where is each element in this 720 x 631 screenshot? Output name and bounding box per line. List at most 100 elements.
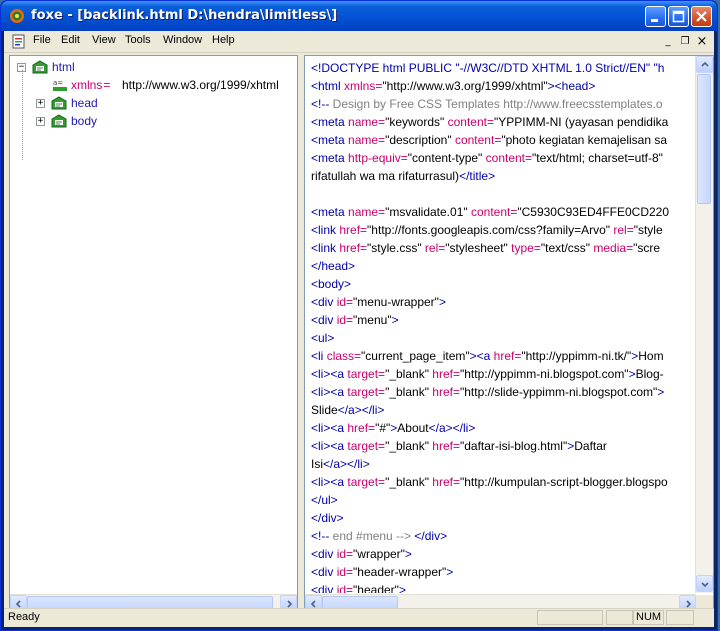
source-line[interactable]: <li><a href="#">About</a></li> xyxy=(311,421,475,439)
source-line[interactable]: <meta name="msvalidate.01" content="C593… xyxy=(311,205,669,223)
menu-edit[interactable]: Edit xyxy=(61,34,80,46)
source-line[interactable]: <html xmlns="http://www.w3.org/1999/xhtm… xyxy=(311,79,595,97)
source-token: "keywords" xyxy=(385,115,448,129)
source-token: <div xyxy=(311,583,337,593)
menu-help[interactable]: Help xyxy=(212,34,235,46)
source-token: <body> xyxy=(311,277,352,291)
source-vertical-scrollbar[interactable] xyxy=(695,56,713,593)
source-token: "C5930C93ED4FFE0CD220 xyxy=(517,205,670,219)
tree-expander[interactable]: + xyxy=(36,99,45,108)
source-token: id= xyxy=(336,583,354,593)
source-token: > xyxy=(391,313,399,327)
menu-tools[interactable]: Tools xyxy=(125,34,151,46)
source-line[interactable]: <li class="current_page_item"><a href="h… xyxy=(311,349,664,367)
source-line[interactable]: </ul> xyxy=(311,493,338,511)
mdi-close-button[interactable]: × xyxy=(695,35,709,48)
source-line[interactable]: <li><a target="_blank" href="http://slid… xyxy=(311,385,664,403)
mdi-restore-button[interactable]: ❐ xyxy=(678,35,692,48)
arrow-left-icon xyxy=(15,600,21,608)
source-token: <meta xyxy=(311,151,349,165)
source-line[interactable]: <!-- end #menu --> </div> xyxy=(311,529,447,547)
source-token: </a></li> xyxy=(323,457,370,471)
source-token: "_blank" xyxy=(385,475,433,489)
source-line[interactable]: <div id="wrapper"> xyxy=(311,547,412,565)
source-line[interactable]: <body> xyxy=(311,277,351,295)
source-token: "YPPIMM-NI (yayasan pendidika xyxy=(493,115,669,129)
menu-file[interactable]: File xyxy=(33,34,51,46)
source-token: <li><a xyxy=(311,367,348,381)
source-token: Hom xyxy=(638,349,664,363)
source-token: <!-- xyxy=(311,97,333,111)
menu-window[interactable]: Window xyxy=(163,34,202,46)
source-token: "http://yppimm-ni.blogspot.com" xyxy=(459,367,629,381)
tree-node-html[interactable]: − html xyxy=(14,59,284,77)
source-line[interactable]: rifatullah wa ma rifaturrasul)</title> xyxy=(311,169,495,187)
source-token: "scre xyxy=(633,241,661,255)
source-token: "http://kumpulan-script-blogger.blogspo xyxy=(459,475,668,489)
source-token: > xyxy=(404,547,412,561)
minimize-button[interactable] xyxy=(645,6,666,27)
source-token: "header" xyxy=(353,583,399,593)
source-token: "#" xyxy=(375,421,391,435)
source-token: </title> xyxy=(459,169,496,183)
foxe-app-icon[interactable] xyxy=(9,8,25,24)
source-line[interactable]: Slide</a></li> xyxy=(311,403,384,421)
scroll-thumb[interactable] xyxy=(697,74,711,204)
source-line[interactable]: <meta name="keywords" content="YPPIMM-NI… xyxy=(311,115,668,133)
dom-tree-pane[interactable]: − html a= xmlns = http://www.w3.org/1999… xyxy=(9,55,298,613)
source-line[interactable]: <ul> xyxy=(311,331,334,349)
source-line[interactable]: <div id="header-wrapper"> xyxy=(311,565,453,583)
source-token: > xyxy=(628,367,636,381)
source-token: <ul> xyxy=(311,331,335,345)
source-line[interactable]: <li><a target="_blank" href="http://yppi… xyxy=(311,367,664,385)
source-token: "description" xyxy=(385,133,455,147)
scroll-down-button[interactable] xyxy=(696,575,713,592)
source-line[interactable]: <link href="http://fonts.googleapis.com/… xyxy=(311,223,663,241)
source-token: </a></li> xyxy=(428,421,476,435)
source-line[interactable]: </head> xyxy=(311,259,355,277)
tree-node-head[interactable]: + head xyxy=(14,95,284,113)
source-line[interactable]: <!-- Design by Free CSS Templates http:/… xyxy=(311,97,663,115)
document-icon[interactable] xyxy=(11,34,26,49)
source-code[interactable]: <!DOCTYPE html PUBLIC "-//W3C//DTD XHTML… xyxy=(305,56,697,593)
source-line[interactable]: </div> xyxy=(311,511,344,529)
close-button[interactable] xyxy=(691,6,712,27)
mdi-minimize-button[interactable]: _ xyxy=(661,35,675,48)
source-line[interactable]: <!DOCTYPE html PUBLIC "-//W3C//DTD XHTML… xyxy=(311,61,664,79)
source-line[interactable]: <link href="style.css" rel="stylesheet" … xyxy=(311,241,660,259)
source-token: "text/css" xyxy=(540,241,594,255)
source-token: xmlns= xyxy=(344,79,383,93)
num-lock-indicator: NUM xyxy=(632,610,664,625)
source-line[interactable]: <li><a target="_blank" href="daftar-isi-… xyxy=(311,439,607,457)
tree-node-body[interactable]: + body xyxy=(14,113,284,131)
source-token: <li><a xyxy=(311,421,348,435)
source-line[interactable]: Isi</a></li> xyxy=(311,457,370,475)
source-line[interactable]: <meta name="description" content="photo … xyxy=(311,133,667,151)
title-bar[interactable]: foxe - [backlink.html D:\hendra\limitles… xyxy=(1,1,717,31)
source-token: Daftar xyxy=(574,439,607,453)
source-line[interactable]: <li><a target="_blank" href="http://kump… xyxy=(311,475,668,493)
source-line[interactable]: <div id="menu"> xyxy=(311,313,399,331)
menu-view[interactable]: View xyxy=(92,34,116,46)
source-line[interactable]: <div id="menu-wrapper"> xyxy=(311,295,446,313)
source-token: "menu" xyxy=(353,313,392,327)
source-token: href= xyxy=(339,241,368,255)
svg-text:a=: a= xyxy=(53,79,63,87)
source-token: "menu-wrapper" xyxy=(353,295,439,309)
source-token: "http://fonts.googleapis.com/css?family=… xyxy=(367,223,614,237)
source-token: rel= xyxy=(613,223,634,237)
source-view-pane[interactable]: <!DOCTYPE html PUBLIC "-//W3C//DTD XHTML… xyxy=(304,55,714,613)
maximize-button[interactable] xyxy=(668,6,689,27)
source-token: <!-- xyxy=(311,529,333,543)
tree-label-html: html xyxy=(52,60,75,74)
source-line[interactable]: <div id="header"> xyxy=(311,583,406,593)
tree-node-xmlns[interactable]: a= xmlns = http://www.w3.org/1999/xhtml xyxy=(14,77,296,95)
scroll-up-button[interactable] xyxy=(696,56,713,73)
source-line[interactable]: <meta http-equiv="content-type" content=… xyxy=(311,151,663,169)
source-token: href= xyxy=(432,367,460,381)
tree-label-head: head xyxy=(71,96,98,110)
tree-expander[interactable]: + xyxy=(36,117,45,126)
source-token: target= xyxy=(347,475,386,489)
source-token: media= xyxy=(593,241,634,255)
source-token: id= xyxy=(336,547,354,561)
